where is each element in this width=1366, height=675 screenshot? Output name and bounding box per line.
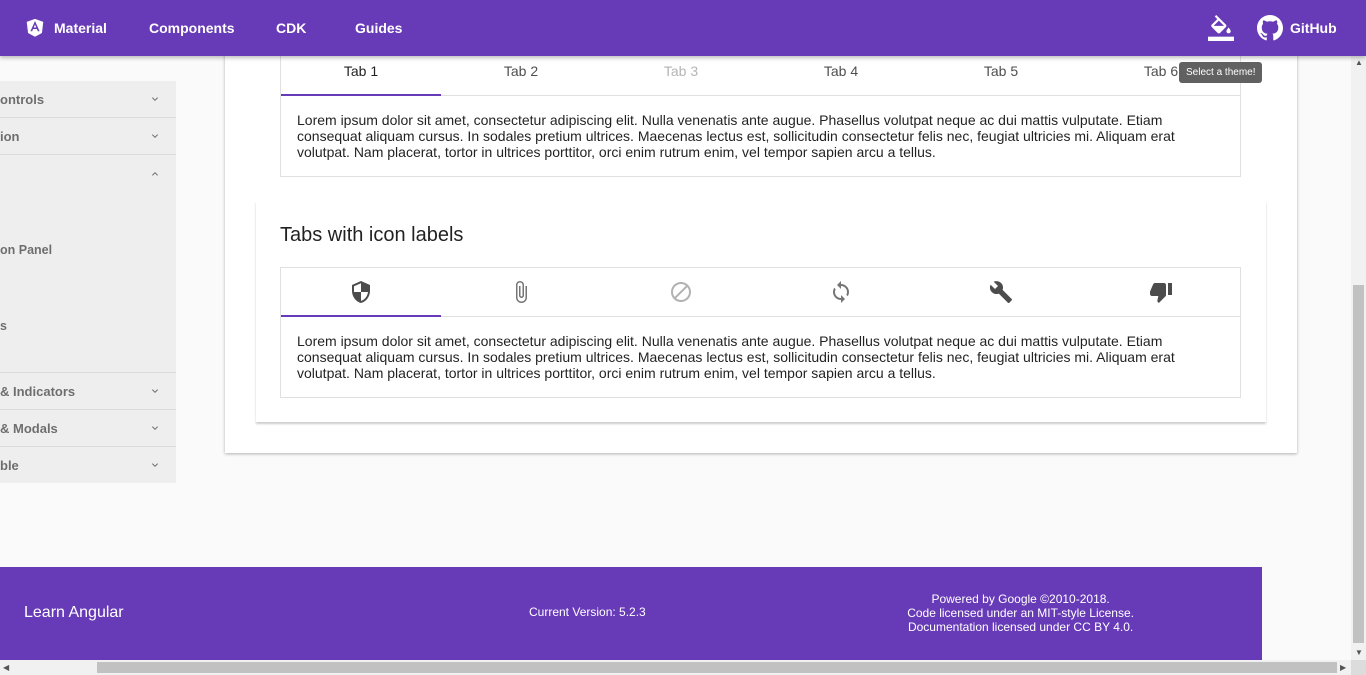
version-text: Current Version: 5.2.3 (529, 605, 646, 619)
tab-build[interactable] (921, 268, 1081, 316)
vertical-scroll-thumb[interactable] (1353, 285, 1364, 643)
github-label: GitHub (1290, 20, 1337, 36)
sidebar-category-layout[interactable]: on Panel s (0, 155, 176, 373)
chevron-down-icon (152, 389, 158, 393)
scroll-up-arrow-icon[interactable]: ▲ (1355, 58, 1363, 67)
sidebar-category-label: ion (0, 129, 20, 144)
sidebar-category-label: ble (0, 458, 19, 473)
tab-sync[interactable] (761, 268, 921, 316)
sidebar-category-data-table[interactable]: ble (0, 447, 176, 484)
scroll-left-arrow-icon[interactable]: ◀ (3, 663, 9, 672)
sidebar-category-form-controls[interactable]: ontrols (0, 81, 176, 118)
tab-header (281, 268, 1240, 317)
active-tab-indicator (281, 94, 441, 96)
format-color-fill-icon (1208, 15, 1234, 41)
section-title: Tabs with icon labels (280, 224, 464, 246)
tab-block (601, 268, 761, 316)
chevron-down-icon (152, 97, 158, 101)
sidebar-item-tabs[interactable]: s (0, 319, 7, 333)
code-license-link[interactable]: Code licensed under an MIT-style License… (907, 606, 1134, 620)
sidebar-category-navigation[interactable]: ion (0, 118, 176, 155)
theme-picker-button[interactable] (1208, 0, 1234, 56)
chevron-down-icon (152, 463, 158, 467)
block-icon (671, 282, 691, 302)
sidebar-category-label: & Modals (0, 421, 58, 436)
footer-copyright: Powered by Google ©2010-2018. Code licen… (907, 592, 1134, 634)
footer: Learn Angular Current Version: 5.2.3 Pow… (0, 567, 1262, 660)
sidebar-category-label: & Indicators (0, 384, 76, 399)
nav-components[interactable]: Components (149, 0, 235, 56)
tab-thumb-down[interactable] (1081, 268, 1241, 316)
tab-content: Lorem ipsum dolor sit amet, consectetur … (297, 112, 1175, 160)
scroll-right-arrow-icon[interactable]: ▶ (1340, 663, 1346, 672)
brand-title: Material (54, 20, 107, 36)
home-link[interactable]: Material (24, 0, 107, 56)
scroll-down-arrow-icon[interactable]: ▼ (1355, 648, 1363, 657)
scrollbar-corner (1351, 660, 1366, 675)
theme-tooltip: Select a theme! (1179, 62, 1263, 83)
vertical-scrollbar[interactable]: ▲ ▼ (1351, 56, 1366, 660)
horizontal-scroll-thumb[interactable] (97, 662, 1337, 673)
learn-angular-link[interactable]: Learn Angular (24, 604, 124, 622)
security-icon (352, 281, 370, 303)
tab-group-basic: Tab 1 Tab 2 Tab 3 Tab 4 Tab 5 Tab 6 Lore… (280, 46, 1241, 177)
sidebar-category-popups-modals[interactable]: & Modals (0, 410, 176, 447)
chevron-down-icon (152, 426, 158, 430)
nav-cdk[interactable]: CDK (276, 0, 306, 56)
tab-group-icons: Lorem ipsum dolor sit amet, consectetur … (280, 267, 1241, 398)
github-link[interactable]: GitHub (1257, 0, 1337, 56)
horizontal-scrollbar[interactable]: ◀ ▶ (0, 660, 1351, 675)
github-icon (1257, 15, 1283, 41)
doc-license-link[interactable]: Documentation licensed under CC BY 4.0. (907, 620, 1134, 634)
thumb-down-icon (1150, 283, 1172, 303)
angular-logo-icon (26, 18, 44, 37)
powered-by-text: Powered by Google ©2010-2018. (931, 592, 1110, 606)
chevron-up-icon (152, 172, 158, 176)
tab-security[interactable] (281, 268, 441, 316)
sync-icon (833, 281, 849, 303)
chevron-down-icon (152, 134, 158, 138)
sidebar-category-label: ontrols (0, 92, 45, 107)
nav-guides[interactable]: Guides (355, 0, 402, 56)
sidebar-item-expansion-panel[interactable]: on Panel (0, 243, 52, 257)
tab-attachment[interactable] (441, 268, 601, 316)
build-icon (989, 281, 1012, 303)
sidebar-category-buttons-indicators[interactable]: & Indicators (0, 373, 176, 410)
attachment-icon (516, 281, 527, 303)
active-tab-indicator (281, 315, 441, 317)
top-toolbar: Material Components CDK Guides GitHub (0, 0, 1366, 56)
tab-content: Lorem ipsum dolor sit amet, consectetur … (297, 333, 1175, 381)
